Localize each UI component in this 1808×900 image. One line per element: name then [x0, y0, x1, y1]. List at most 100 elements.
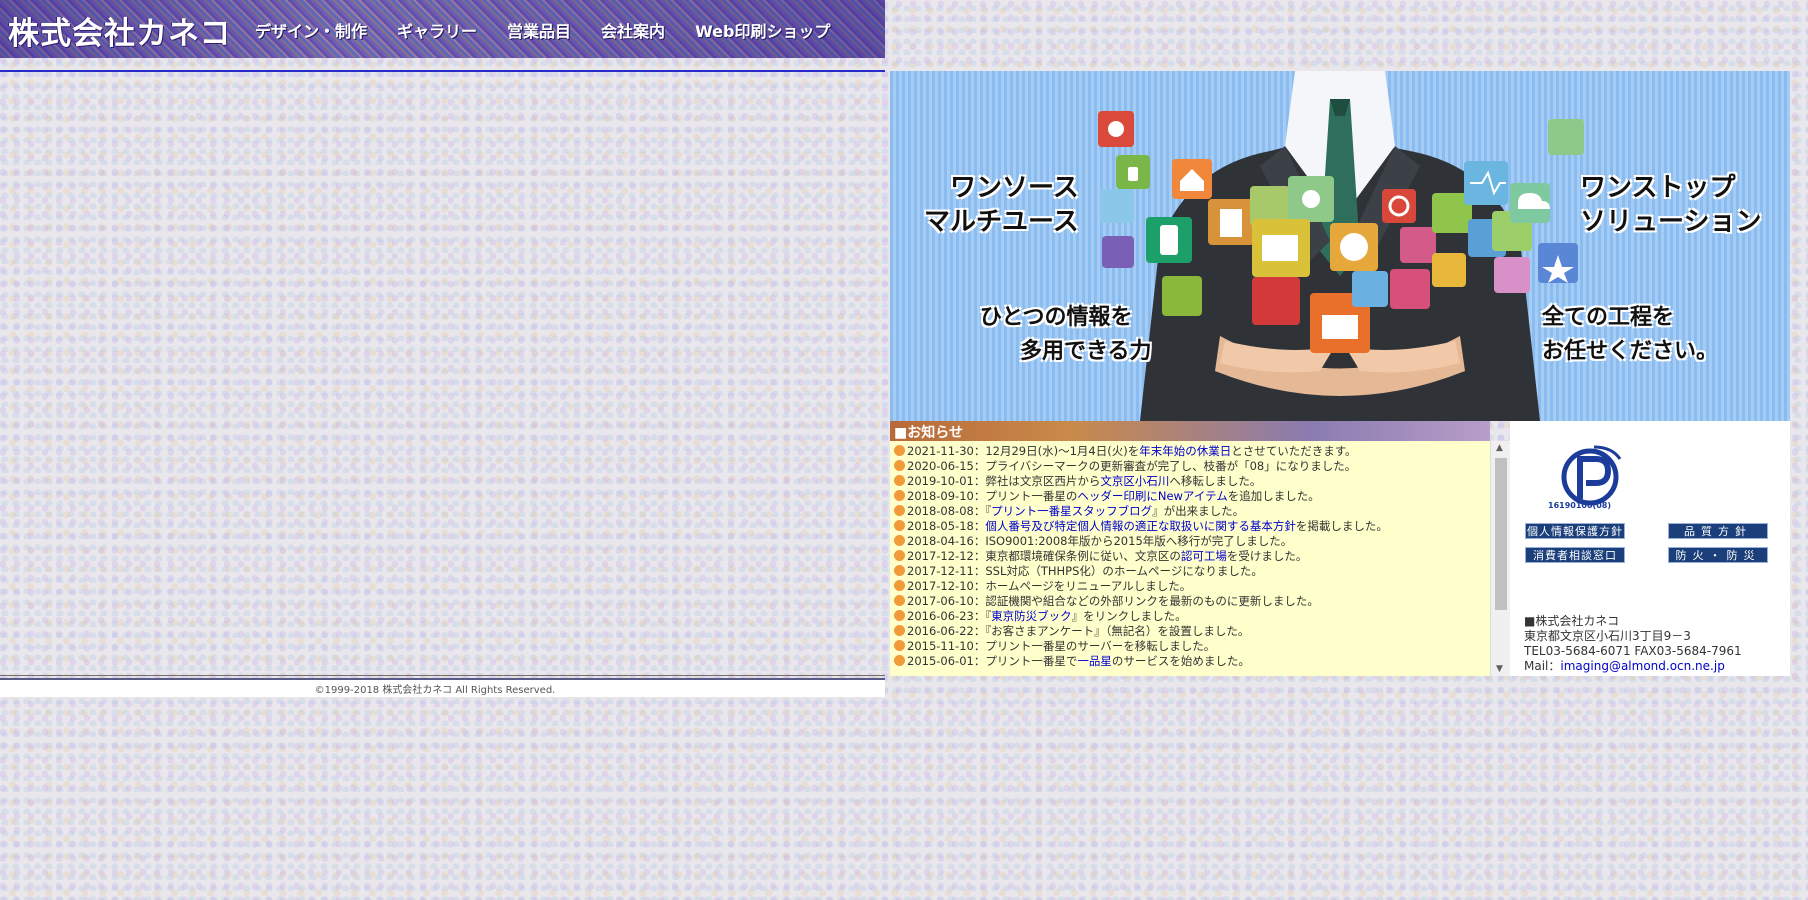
- hero-banner: ワンソース マルチユース ひとつの情報を 多用できる力 ワンストップ ソリューシ…: [890, 71, 1790, 421]
- news-date: 2020-06-15: [907, 459, 974, 473]
- news-text: ：『: [973, 504, 992, 518]
- news-date: 2015-06-01: [907, 654, 974, 668]
- news-date: 2016-06-22: [907, 624, 974, 638]
- orange-dot-icon: [894, 520, 905, 531]
- news-link[interactable]: 認可工場: [1181, 549, 1227, 563]
- orange-dot-icon: [894, 475, 905, 486]
- news-item: 2018-08-08：『プリント一番星スタッフブログ』が出来ました。: [894, 504, 1490, 519]
- news-item: 2015-06-01：プリント一番星で一品星のサービスを始めました。: [894, 654, 1490, 669]
- news-item: 2016-06-22：『お客さまアンケート』（無記名）を設置しました。: [894, 624, 1490, 639]
- orange-dot-icon: [894, 640, 905, 651]
- news-text: ：12月29日(水)〜1月4日(火)を: [973, 444, 1140, 458]
- company-phone-fax: TEL03-5684-6071 FAX03-5684-7961: [1524, 644, 1742, 658]
- news-text: ：プライバシーマークの更新審査が完了し、枝番が「08」になりました。: [973, 459, 1357, 473]
- news-link[interactable]: 個人番号及び特定個人情報の適正な取扱いに関する基本方針: [985, 519, 1296, 533]
- left-frame: 株式会社カネコ デザイン・制作 ギャラリー 営業品目 会社案内 Web印刷ショッ…: [0, 0, 885, 697]
- hero-multi-use-text: マルチユース: [924, 207, 1079, 237]
- news-link[interactable]: プリント一番星スタッフブログ: [991, 504, 1152, 518]
- privacy-mark-number: 16190100(08): [1548, 501, 1611, 510]
- orange-dot-icon: [894, 580, 905, 591]
- news-link[interactable]: 文京区小石川: [1100, 474, 1169, 488]
- news-text: 』が出来ました。: [1152, 504, 1245, 518]
- news-date: 2017-06-10: [907, 594, 974, 608]
- company-info: ■株式会社カネコ 東京都文京区小石川3丁目9－3 TEL03-5684-6071…: [1524, 614, 1742, 674]
- news-text: ：SSL対応（THHPS化）のホームページになりました。: [973, 564, 1263, 578]
- news-link[interactable]: 一品星: [1077, 654, 1112, 668]
- orange-dot-icon: [894, 610, 905, 621]
- news-item: 2019-10-01：弊社は文京区西片から文京区小石川へ移転しました。: [894, 474, 1490, 489]
- news-text: ：プリント一番星の: [973, 489, 1078, 503]
- hero-one-stop-text: ワンストップ: [1580, 173, 1736, 203]
- news-date: 2018-04-16: [907, 534, 974, 548]
- hero-solution-text: ソリューション: [1580, 207, 1762, 237]
- news-item: 2021-11-30：12月29日(水)〜1月4日(火)を年末年始の休業日とさせ…: [894, 444, 1490, 459]
- news-text: ：プリント一番星のサーバーを移転しました。: [973, 639, 1216, 653]
- nav-products[interactable]: 営業品目: [507, 18, 571, 42]
- scroll-up-arrow-icon[interactable]: ▲: [1496, 443, 1503, 453]
- orange-dot-icon: [894, 565, 905, 576]
- nav-design-production[interactable]: デザイン・制作: [255, 18, 367, 42]
- orange-dot-icon: [894, 490, 905, 501]
- news-text: 』をリンクしました。: [1071, 609, 1187, 623]
- scroll-down-arrow-icon[interactable]: ▼: [1496, 664, 1503, 674]
- header-bar: 株式会社カネコ デザイン・制作 ギャラリー 営業品目 会社案内 Web印刷ショッ…: [0, 0, 885, 58]
- news-text: のサービスを始めました。: [1111, 654, 1250, 668]
- hero-right-subtext-1: 全ての工程を: [1542, 304, 1675, 330]
- orange-dot-icon: [894, 535, 905, 546]
- nav-company-info[interactable]: 会社案内: [601, 18, 665, 42]
- company-name: ■株式会社カネコ: [1524, 614, 1620, 628]
- hero-left-subtext-2: 多用できる力: [1020, 338, 1152, 364]
- news-item: 2018-05-18：個人番号及び特定個人情報の適正な取扱いに関する基本方針を掲…: [894, 519, 1490, 534]
- news-link[interactable]: 東京防災ブック: [991, 609, 1072, 623]
- news-item: 2017-12-12：東京都環境確保条例に従い、文京区の認可工場を受けました。: [894, 549, 1490, 564]
- company-logo[interactable]: 株式会社カネコ: [8, 8, 231, 53]
- news-text: を追加しました。: [1227, 489, 1320, 503]
- nav-gallery[interactable]: ギャラリー: [397, 18, 477, 42]
- news-item: 2017-12-11：SSL対応（THHPS化）のホームページになりました。: [894, 564, 1490, 579]
- privacy-policy-button[interactable]: 個人情報保護方針: [1525, 523, 1625, 539]
- news-item: 2015-11-10：プリント一番星のサーバーを移転しました。: [894, 639, 1490, 654]
- main-nav: デザイン・制作 ギャラリー 営業品目 会社案内 Web印刷ショップ: [255, 18, 860, 42]
- company-address: 東京都文京区小石川3丁目9－3: [1524, 629, 1691, 643]
- news-panel[interactable]: 2021-11-30：12月29日(水)〜1月4日(火)を年末年始の休業日とさせ…: [890, 441, 1490, 676]
- news-date: 2017-12-10: [907, 579, 974, 593]
- orange-dot-icon: [894, 595, 905, 606]
- hero-left-subtext-1: ひとつの情報を: [980, 304, 1133, 330]
- news-item: 2018-04-16：ISO9001:2008年版から2015年版へ移行が完了し…: [894, 534, 1490, 549]
- hero-one-source-text: ワンソース: [950, 173, 1079, 203]
- news-item: 2016-06-23：『東京防災ブック』をリンクしました。: [894, 609, 1490, 624]
- copyright-text: ©1999-2018 株式会社カネコ All Rights Reserved.: [314, 685, 556, 696]
- news-text: ：東京都環境確保条例に従い、文京区の: [973, 549, 1181, 563]
- news-text: ：弊社は文京区西片から: [973, 474, 1101, 488]
- company-mail-row: Mail：imaging@almond.ocn.ne.jp: [1524, 659, 1742, 674]
- scroll-thumb[interactable]: [1495, 458, 1507, 610]
- news-link[interactable]: 年末年始の休業日: [1139, 444, 1231, 458]
- quality-policy-button[interactable]: 品質方針: [1668, 523, 1768, 539]
- news-list: 2021-11-30：12月29日(水)〜1月4日(火)を年末年始の休業日とさせ…: [890, 441, 1490, 669]
- news-text: ：: [973, 519, 986, 533]
- news-text: ：プリント一番星で: [973, 654, 1078, 668]
- fire-prevention-button[interactable]: 防火・防災: [1668, 547, 1768, 563]
- mail-link[interactable]: imaging@almond.ocn.ne.jp: [1560, 659, 1724, 673]
- news-link[interactable]: ヘッダー印刷にNewアイテム: [1077, 489, 1227, 503]
- news-item: 2020-06-15：プライバシーマークの更新審査が完了し、枝番が「08」になり…: [894, 459, 1490, 474]
- news-scrollbar[interactable]: ▲ ▼: [1490, 441, 1510, 676]
- news-date: 2015-11-10: [907, 639, 974, 653]
- orange-dot-icon: [894, 550, 905, 561]
- news-date: 2017-12-11: [907, 564, 974, 578]
- nav-web-print-shop[interactable]: Web印刷ショップ: [695, 18, 830, 42]
- footer-divider: [0, 675, 885, 676]
- news-text: を掲載しました。: [1295, 519, 1388, 533]
- news-text: ：『: [973, 609, 992, 623]
- orange-dot-icon: [894, 460, 905, 471]
- news-text: ：ISO9001:2008年版から2015年版へ移行が完了しました。: [973, 534, 1293, 548]
- orange-dot-icon: [894, 655, 905, 666]
- news-header: ■お知らせ: [890, 421, 1490, 441]
- nav-divider: [0, 70, 885, 72]
- consumer-desk-button[interactable]: 消費者相談窓口: [1525, 547, 1625, 563]
- orange-dot-icon: [894, 625, 905, 636]
- news-text: とさせていただきます。: [1231, 444, 1357, 458]
- news-date: 2018-08-08: [907, 504, 974, 518]
- news-date: 2018-05-18: [907, 519, 974, 533]
- news-item: 2017-06-10：認証機関や組合などの外部リンクを最新のものに更新しました。: [894, 594, 1490, 609]
